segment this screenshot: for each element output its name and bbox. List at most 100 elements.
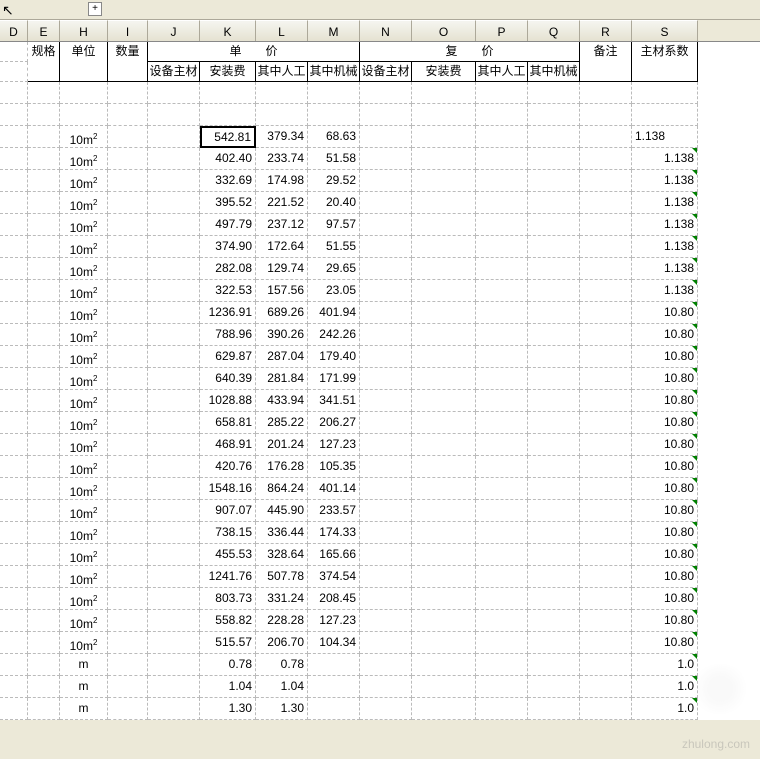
cell[interactable]	[108, 632, 148, 654]
cell[interactable]	[580, 148, 632, 170]
cell-install-price[interactable]: 468.91	[200, 434, 256, 456]
col-header-I[interactable]: I	[108, 20, 148, 41]
cell[interactable]	[412, 676, 476, 698]
col-header-P[interactable]: P	[476, 20, 528, 41]
cell-machine-price[interactable]: 208.45	[308, 588, 360, 610]
cell-unit[interactable]: 10m2	[60, 148, 108, 170]
cell[interactable]	[108, 324, 148, 346]
cell-coefficient[interactable]: 10.80	[632, 632, 698, 654]
cell[interactable]	[476, 346, 528, 368]
cell-labor-price[interactable]: 287.04	[256, 346, 308, 368]
cell[interactable]	[108, 280, 148, 302]
cell[interactable]	[528, 434, 580, 456]
cell[interactable]	[28, 676, 60, 698]
col-header-N[interactable]: N	[360, 20, 412, 41]
cell[interactable]	[148, 412, 200, 434]
cell[interactable]	[148, 500, 200, 522]
cell-machine-price[interactable]: 51.58	[308, 148, 360, 170]
cell[interactable]	[360, 236, 412, 258]
cell-labor-price[interactable]: 445.90	[256, 500, 308, 522]
cell[interactable]	[412, 258, 476, 280]
cell-machine-price[interactable]: 171.99	[308, 368, 360, 390]
cell-install-price[interactable]: 282.08	[200, 258, 256, 280]
cell[interactable]	[580, 500, 632, 522]
cell-unit[interactable]: 10m2	[60, 390, 108, 412]
cell-unit[interactable]: 10m2	[60, 346, 108, 368]
cell[interactable]	[28, 632, 60, 654]
cell-labor-price[interactable]: 0.78	[256, 654, 308, 676]
cell[interactable]	[360, 170, 412, 192]
hdr-labor2[interactable]: 其中人工	[476, 62, 528, 82]
cell-labor-price[interactable]: 233.74	[256, 148, 308, 170]
cell[interactable]	[108, 522, 148, 544]
cell[interactable]	[476, 456, 528, 478]
cell-machine-price[interactable]: 374.54	[308, 566, 360, 588]
cell[interactable]	[108, 610, 148, 632]
cell-coefficient[interactable]: 1.138	[632, 170, 698, 192]
cell-machine-price[interactable]: 127.23	[308, 610, 360, 632]
col-header-O[interactable]: O	[412, 20, 476, 41]
cell[interactable]	[360, 676, 412, 698]
cell-install-price[interactable]: 1241.76	[200, 566, 256, 588]
cell[interactable]	[528, 236, 580, 258]
cell[interactable]	[148, 698, 200, 720]
cell[interactable]	[148, 676, 200, 698]
cell-unit[interactable]: 10m2	[60, 214, 108, 236]
cell[interactable]	[108, 170, 148, 192]
cell[interactable]	[412, 632, 476, 654]
cell-unit[interactable]: m	[60, 654, 108, 676]
col-header-L[interactable]: L	[256, 20, 308, 41]
cell[interactable]	[360, 390, 412, 412]
cell[interactable]	[412, 368, 476, 390]
cell[interactable]	[412, 456, 476, 478]
cell-labor-price[interactable]: 285.22	[256, 412, 308, 434]
cell[interactable]	[580, 192, 632, 214]
cell-unit[interactable]: 10m2	[60, 610, 108, 632]
cell-labor-price[interactable]: 206.70	[256, 632, 308, 654]
cell[interactable]	[528, 148, 580, 170]
cell[interactable]	[0, 632, 28, 654]
cell-machine-price[interactable]: 401.14	[308, 478, 360, 500]
cell[interactable]	[108, 698, 148, 720]
cell-coefficient[interactable]: 10.80	[632, 434, 698, 456]
cell-install-price[interactable]: 497.79	[200, 214, 256, 236]
cell-coefficient[interactable]: 10.80	[632, 522, 698, 544]
cell[interactable]	[528, 588, 580, 610]
cell[interactable]	[580, 302, 632, 324]
cell[interactable]	[360, 324, 412, 346]
cell[interactable]	[0, 456, 28, 478]
cell-coefficient[interactable]: 10.80	[632, 324, 698, 346]
cell-install-price[interactable]: 1548.16	[200, 478, 256, 500]
cell-coefficient[interactable]: 10.80	[632, 412, 698, 434]
cell[interactable]	[412, 236, 476, 258]
cell[interactable]	[108, 258, 148, 280]
cell-install-price[interactable]: 0.78	[200, 654, 256, 676]
hdr-unitprice[interactable]: 单 价	[148, 42, 360, 62]
cell[interactable]	[360, 192, 412, 214]
cell[interactable]	[148, 280, 200, 302]
cell[interactable]	[412, 588, 476, 610]
cell[interactable]	[0, 434, 28, 456]
hdr-install1[interactable]: 安装费	[200, 62, 256, 82]
cell-install-price[interactable]: 738.15	[200, 522, 256, 544]
cell-install-price[interactable]: 907.07	[200, 500, 256, 522]
cell[interactable]	[528, 544, 580, 566]
cell[interactable]	[528, 126, 580, 148]
cell-unit[interactable]: 10m2	[60, 170, 108, 192]
cell[interactable]	[28, 456, 60, 478]
cell-install-price[interactable]: 374.90	[200, 236, 256, 258]
cell-labor-price[interactable]: 1.30	[256, 698, 308, 720]
cell[interactable]	[412, 566, 476, 588]
hdr-machine1[interactable]: 其中机械	[308, 62, 360, 82]
hdr-remark[interactable]: 备注	[580, 42, 632, 62]
cell[interactable]	[412, 654, 476, 676]
cell[interactable]	[580, 214, 632, 236]
cell[interactable]	[580, 126, 632, 148]
cell-coefficient[interactable]: 1.0	[632, 654, 698, 676]
col-header-H[interactable]: H	[60, 20, 108, 41]
cell[interactable]	[108, 434, 148, 456]
cell[interactable]	[528, 632, 580, 654]
cell[interactable]	[360, 280, 412, 302]
cell-labor-price[interactable]: 328.64	[256, 544, 308, 566]
cell[interactable]	[360, 500, 412, 522]
